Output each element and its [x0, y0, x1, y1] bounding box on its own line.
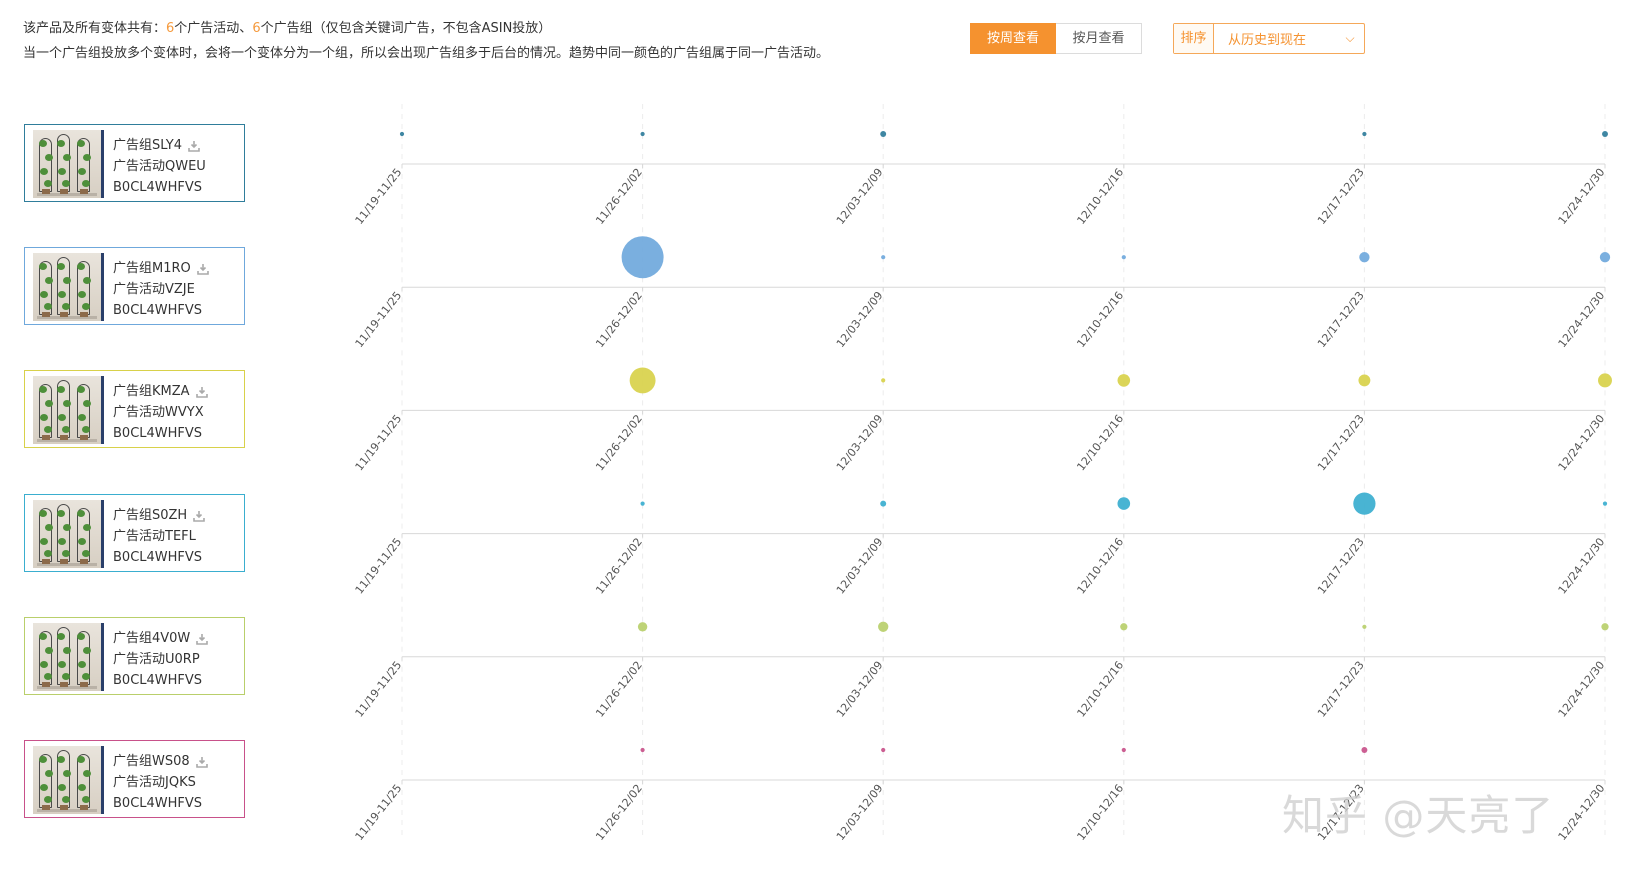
x-tick-label: 12/17-12/23 — [1315, 166, 1367, 227]
x-tick-label: 12/17-12/23 — [1315, 289, 1367, 350]
bubble-point — [881, 378, 886, 383]
bubble-point — [1358, 374, 1371, 387]
x-tick-label: 11/19-11/25 — [353, 535, 405, 596]
x-tick-label: 11/19-11/25 — [353, 659, 405, 720]
x-tick-label: 12/03-12/09 — [834, 412, 886, 473]
bubble-point — [1121, 747, 1126, 753]
watermark: 知乎 @天亮了 — [1282, 791, 1555, 840]
bubble-point — [1121, 255, 1126, 260]
x-tick-label: 12/03-12/09 — [834, 659, 886, 720]
bubble-point — [399, 131, 405, 137]
bubble-point — [1120, 623, 1128, 631]
x-tick-label: 12/17-12/23 — [1315, 535, 1367, 596]
bubble-point — [640, 747, 645, 753]
x-tick-label: 12/10-12/16 — [1074, 289, 1126, 350]
x-tick-label: 11/26-12/02 — [593, 659, 645, 720]
x-tick-label: 12/03-12/09 — [834, 535, 886, 596]
bubble-point — [1599, 252, 1611, 263]
x-tick-label: 12/17-12/23 — [1315, 412, 1367, 473]
chart-row: 11/19-11/25 11/26-12/02 12/03-12/09 12/10-1… — [353, 473, 1608, 597]
x-tick-label: 11/26-12/02 — [593, 166, 645, 227]
x-tick-label: 12/24-12/30 — [1556, 782, 1608, 843]
x-tick-label: 12/24-12/30 — [1556, 659, 1608, 720]
bubble-point — [1602, 501, 1608, 506]
bubble-point — [880, 500, 887, 507]
bubble-point — [640, 131, 645, 137]
x-tick-label: 12/17-12/23 — [1315, 659, 1367, 720]
bubble-point — [1361, 747, 1368, 753]
x-tick-label: 11/26-12/02 — [593, 289, 645, 350]
x-tick-label: 11/19-11/25 — [353, 782, 405, 843]
x-tick-label: 11/19-11/25 — [353, 412, 405, 473]
bubble-point — [629, 367, 656, 394]
chart-row: 11/19-11/25 11/26-12/02 12/03-12/09 12/10-1… — [353, 104, 1608, 227]
x-tick-label: 12/24-12/30 — [1556, 166, 1608, 227]
bubble-point — [621, 236, 664, 279]
bubble-point — [1601, 623, 1609, 631]
x-tick-label: 12/03-12/09 — [834, 166, 886, 227]
x-tick-label: 12/03-12/09 — [834, 782, 886, 843]
bubble-point — [1362, 624, 1367, 629]
x-tick-label: 11/26-12/02 — [593, 412, 645, 473]
bubble-point — [1353, 492, 1376, 515]
x-tick-label: 12/10-12/16 — [1074, 412, 1126, 473]
x-tick-label: 12/24-12/30 — [1556, 535, 1608, 596]
bubble-point — [637, 622, 648, 632]
bubble-point — [1598, 373, 1612, 388]
bubble-point — [881, 255, 886, 260]
x-tick-label: 12/03-12/09 — [834, 289, 886, 350]
chart-row: 11/19-11/25 11/26-12/02 12/03-12/09 12/10-1… — [353, 596, 1609, 720]
x-tick-label: 12/24-12/30 — [1556, 412, 1608, 473]
bubble-point — [640, 501, 645, 506]
x-tick-label: 11/19-11/25 — [353, 289, 405, 350]
chart-row: 11/19-11/25 11/26-12/02 12/03-12/09 12/10-1… — [353, 350, 1612, 473]
bubble-point — [880, 131, 887, 137]
bubble-point — [878, 621, 889, 632]
bubble-trend-chart: 11/19-11/25 11/26-12/02 12/03-12/09 12/10-1… — [353, 104, 1612, 843]
x-tick-label: 11/19-11/25 — [353, 166, 405, 227]
bubble-point — [1602, 131, 1608, 137]
x-tick-label: 12/10-12/16 — [1074, 659, 1126, 720]
chart-row: 11/19-11/25 11/26-12/02 12/03-12/09 12/10-1… — [353, 227, 1611, 350]
bubble-point — [1117, 374, 1131, 387]
bubble-point — [1362, 131, 1367, 137]
bubble-point — [1359, 252, 1370, 263]
bubble-point — [1117, 497, 1131, 510]
bubble-point — [881, 747, 886, 753]
x-tick-label: 12/24-12/30 — [1556, 289, 1608, 350]
x-tick-label: 11/26-12/02 — [593, 782, 645, 843]
x-tick-label: 12/10-12/16 — [1074, 166, 1126, 227]
x-tick-label: 12/10-12/16 — [1074, 535, 1126, 596]
x-tick-label: 12/10-12/16 — [1074, 782, 1126, 843]
ad-groups-trend-page: 该产品及所有变体共有：6个广告活动、6个广告组（仅包含关键词广告，不包含ASIN… — [0, 0, 1628, 876]
x-tick-label: 11/26-12/02 — [593, 535, 645, 596]
